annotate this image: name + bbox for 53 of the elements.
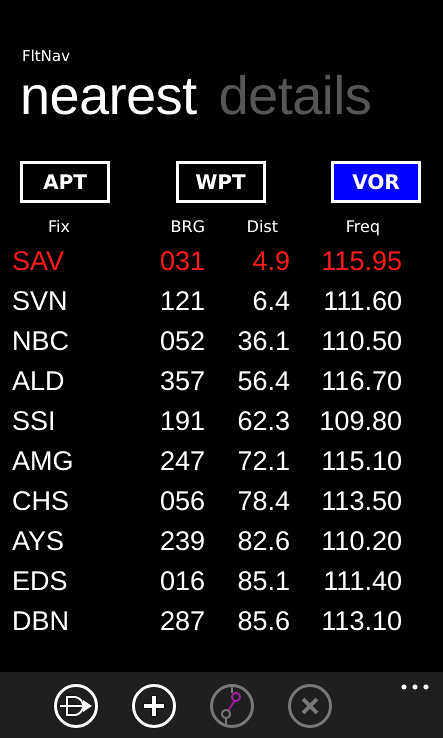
table-cell[interactable]: AYS — [12, 521, 72, 561]
table-cell[interactable]: 121 — [72, 281, 205, 321]
table-cell[interactable]: 016 — [72, 561, 205, 601]
table-cell[interactable]: 113.10 — [290, 601, 402, 641]
filter-button[interactable]: VOR — [331, 161, 421, 203]
table-cell[interactable]: 357 — [72, 361, 205, 401]
table-cell[interactable]: 109.80 — [290, 401, 402, 441]
table-cell[interactable]: CHS — [12, 481, 72, 521]
table-cell[interactable]: 110.50 — [290, 321, 402, 361]
table-cell[interactable]: 72.1 — [205, 441, 290, 481]
table-cell[interactable]: 85.6 — [205, 601, 290, 641]
table-cell[interactable]: 110.20 — [290, 521, 402, 561]
app-title: FltNav — [22, 47, 71, 65]
table-cell[interactable]: 36.1 — [205, 321, 290, 361]
column-header: Fix — [47, 216, 71, 238]
table-cell[interactable]: DBN — [12, 601, 72, 641]
table-cell[interactable]: 6.4 — [205, 281, 290, 321]
more-icon[interactable] — [401, 684, 429, 690]
plus-icon — [142, 694, 166, 718]
column-header: BRG — [170, 216, 205, 238]
filter-button[interactable]: WPT — [176, 161, 266, 203]
column-header: Freq — [344, 216, 381, 238]
table-cell[interactable]: 85.1 — [205, 561, 290, 601]
table-cell[interactable]: 111.60 — [290, 281, 402, 321]
table-cell[interactable]: NBC — [12, 321, 72, 361]
table-cell[interactable]: 247 — [72, 441, 205, 481]
table-cell[interactable]: 56.4 — [205, 361, 290, 401]
table-cell[interactable]: 62.3 — [205, 401, 290, 441]
filter-button[interactable]: APT — [20, 161, 110, 203]
table-cell[interactable]: 115.10 — [290, 441, 402, 481]
table-cell[interactable]: ALD — [12, 361, 72, 401]
table-cell[interactable]: 113.50 — [290, 481, 402, 521]
table-cell[interactable]: 031 — [72, 241, 205, 281]
table-cell[interactable]: 115.95 — [290, 241, 402, 281]
table-cell[interactable]: AMG — [12, 441, 72, 481]
table-cell[interactable]: SVN — [12, 281, 72, 321]
table-cell[interactable]: EDS — [12, 561, 72, 601]
close-icon — [300, 696, 320, 716]
table-cell[interactable]: 4.9 — [205, 241, 290, 281]
table-cell[interactable]: 111.40 — [290, 561, 402, 601]
table-cell[interactable]: 116.70 — [290, 361, 402, 401]
column-header: Dist — [246, 216, 279, 238]
table-cell[interactable]: 287 — [72, 601, 205, 641]
table-cell[interactable]: 056 — [72, 481, 205, 521]
direct-to-icon — [58, 694, 92, 718]
table-cell[interactable]: 052 — [72, 321, 205, 361]
table-cell[interactable]: 82.6 — [205, 521, 290, 561]
table-cell[interactable]: SSI — [12, 401, 72, 441]
pivot-header[interactable]: nearest — [20, 69, 197, 123]
table-cell[interactable]: 191 — [72, 401, 205, 441]
table-cell[interactable]: 239 — [72, 521, 205, 561]
table-cell[interactable]: 78.4 — [205, 481, 290, 521]
table-cell[interactable]: SAV — [12, 241, 72, 281]
